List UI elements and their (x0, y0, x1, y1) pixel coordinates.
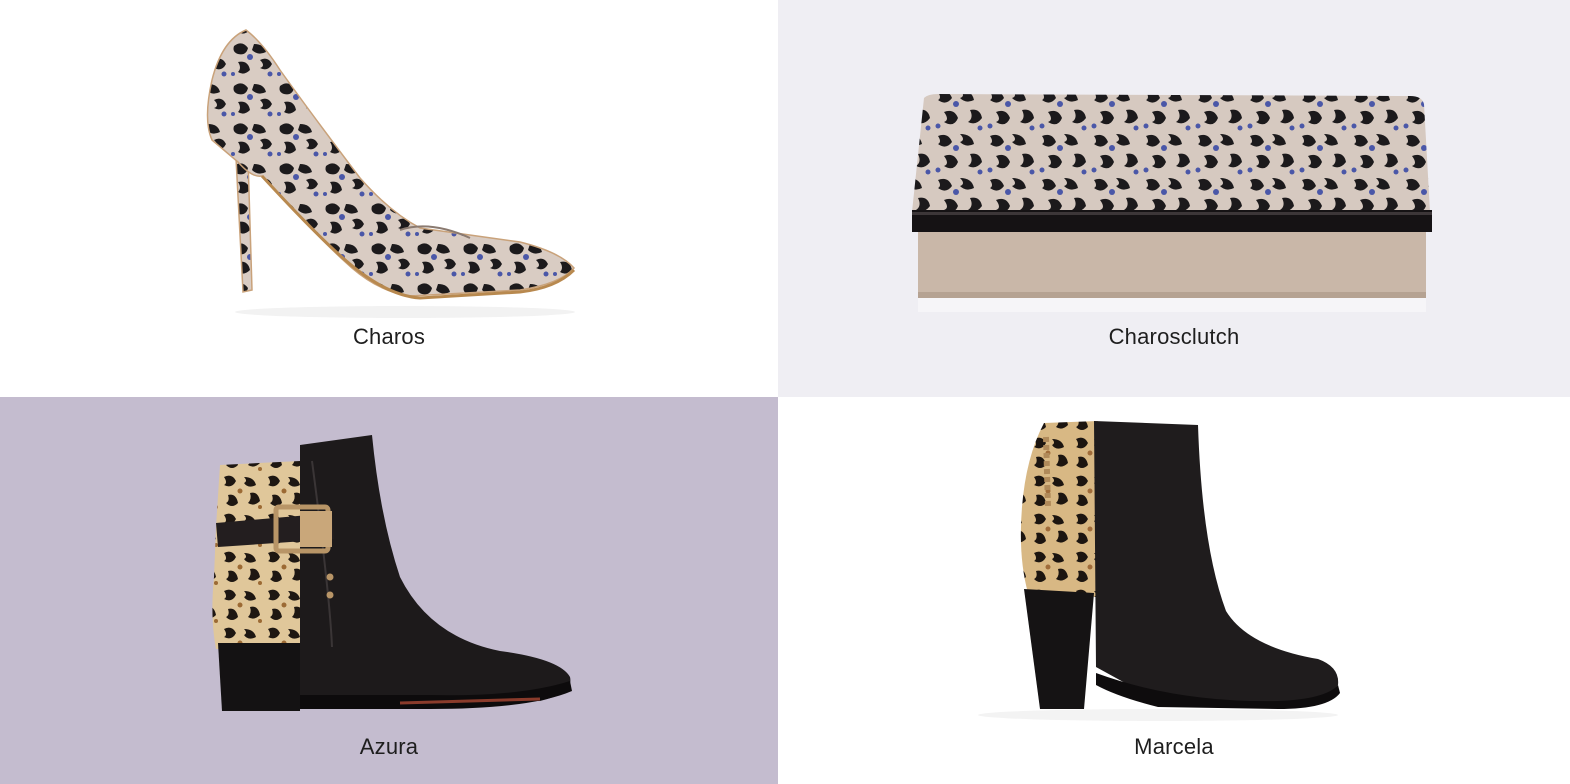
product-tile-azura[interactable]: Azura (0, 397, 778, 784)
product-name[interactable]: Charosclutch (778, 324, 1570, 350)
product-tile-charosclutch[interactable]: Charosclutch (778, 0, 1570, 397)
product-tile-marcela[interactable]: Marcela (778, 397, 1570, 784)
product-name[interactable]: Azura (0, 734, 778, 760)
leopard-panel-high-heel-ankle-boot-image (978, 421, 1340, 721)
product-name[interactable]: Charos (0, 324, 778, 350)
leopard-panel-block-heel-ankle-boot-image (212, 435, 572, 711)
product-name[interactable]: Marcela (778, 734, 1570, 760)
product-grid: Charos Charosclutch Azura Marcela (0, 0, 1570, 784)
product-tile-charos[interactable]: Charos (0, 0, 778, 397)
